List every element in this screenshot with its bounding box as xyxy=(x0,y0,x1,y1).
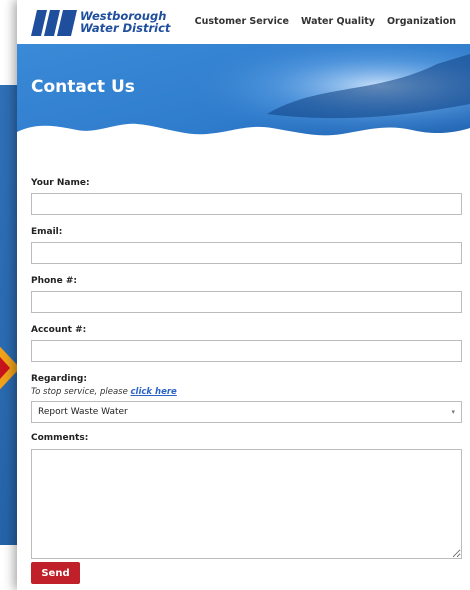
site-header: Westborough Water District Customer Serv… xyxy=(17,0,470,44)
regarding-label: Regarding: xyxy=(31,374,87,384)
account-field[interactable] xyxy=(31,340,462,362)
regarding-selected-value: Report Waste Water xyxy=(38,407,128,417)
phone-field[interactable] xyxy=(31,291,462,313)
name-field[interactable] xyxy=(31,193,462,215)
name-label: Your Name: xyxy=(31,178,90,188)
stop-service-link[interactable]: click here xyxy=(131,387,177,397)
page-title: Contact Us xyxy=(31,77,135,97)
nav-item-water-quality[interactable]: Water Quality xyxy=(301,16,375,27)
hero-water-image xyxy=(17,44,470,164)
regarding-select[interactable]: Report Waste Water ▾ xyxy=(31,401,462,423)
send-button[interactable]: Send xyxy=(31,562,80,584)
account-label: Account #: xyxy=(31,325,87,335)
chevron-down-icon: ▾ xyxy=(451,408,455,416)
phone-label: Phone #: xyxy=(31,276,77,286)
logo-line-2: Water District xyxy=(80,21,171,35)
main-nav: Customer Service Water Quality Organizat… xyxy=(195,16,456,27)
nav-item-customer-service[interactable]: Customer Service xyxy=(195,16,289,27)
regarding-hint: To stop service, please click here xyxy=(31,387,462,397)
logo-text[interactable]: Westborough Water District xyxy=(80,10,170,34)
comments-field[interactable] xyxy=(31,449,462,559)
browser-page: Westborough Water District Customer Serv… xyxy=(17,0,470,590)
logo-stripes-icon[interactable] xyxy=(31,10,77,36)
contact-form: Your Name: Email: Phone #: Account #: Re… xyxy=(31,170,462,559)
nav-item-organization[interactable]: Organization xyxy=(387,16,456,27)
comments-label: Comments: xyxy=(31,433,89,443)
regarding-hint-text: To stop service, please xyxy=(31,387,131,397)
email-label: Email: xyxy=(31,227,63,237)
hero-banner: Contact Us xyxy=(17,44,470,164)
email-field[interactable] xyxy=(31,242,462,264)
